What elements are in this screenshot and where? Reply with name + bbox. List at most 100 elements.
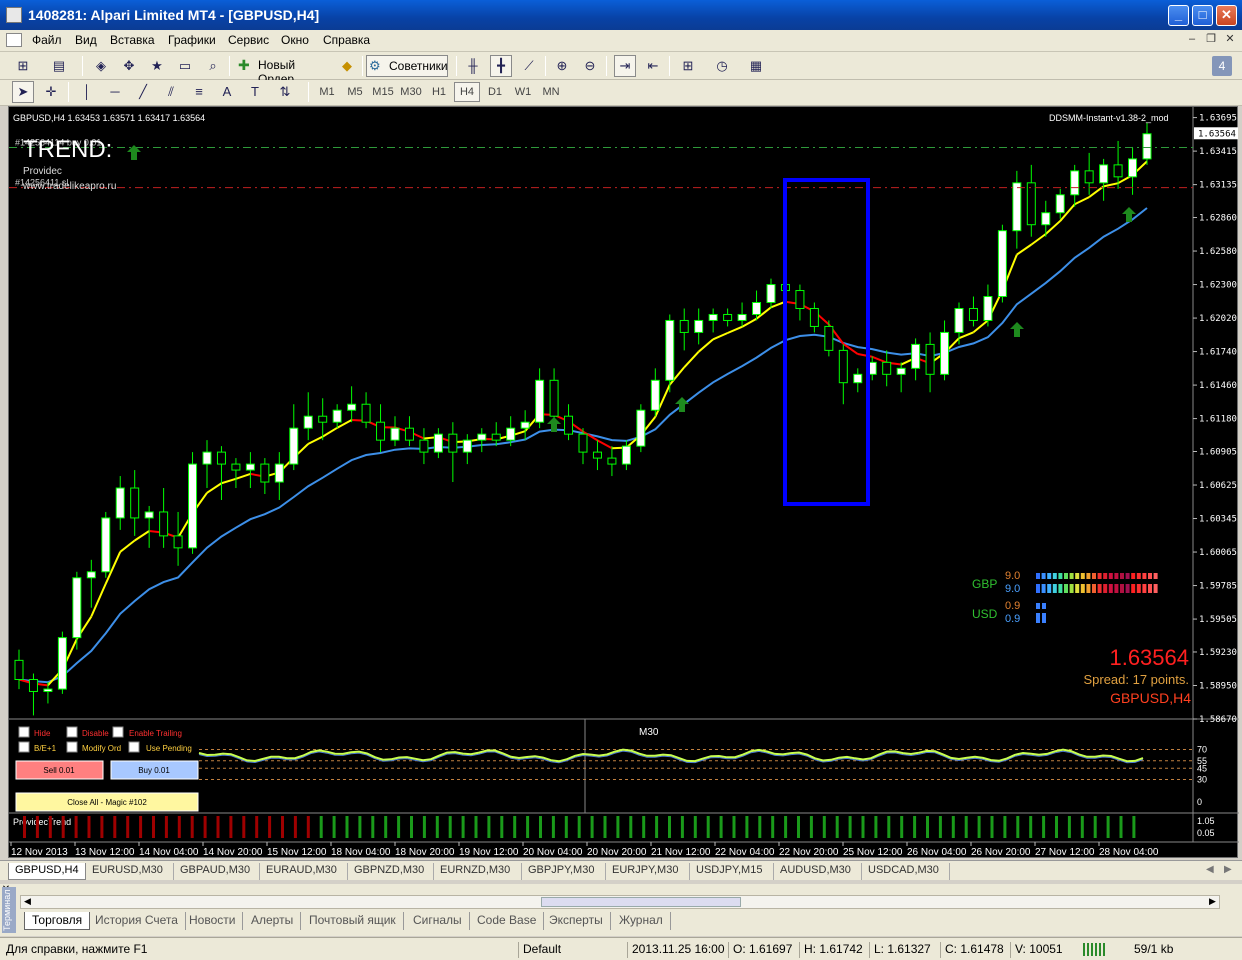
- expert-advisors-button[interactable]: ⚙ Советники: [366, 55, 448, 77]
- chart-tab-gbpusd-h4[interactable]: GBPUSD,H4: [8, 863, 86, 880]
- chart-tab-euraud-m30[interactable]: EURAUD,M30: [260, 863, 348, 880]
- equidistant-channel-icon[interactable]: ⫽: [160, 81, 182, 103]
- templates-icon[interactable]: ▦: [745, 55, 767, 77]
- close-button[interactable]: ✕: [1216, 5, 1237, 26]
- mdi-close-button[interactable]: ✕: [1222, 32, 1238, 48]
- chart-tab-gbpaud-m30[interactable]: GBPAUD,M30: [174, 863, 260, 880]
- candle-body: [1099, 164, 1109, 184]
- gbp-strength-cell: [1036, 573, 1040, 579]
- vertical-line-icon[interactable]: │: [76, 81, 98, 103]
- terminal-tab-6[interactable]: Code Base: [470, 912, 545, 930]
- mdi-minimize-button[interactable]: –: [1184, 32, 1200, 48]
- trend-histogram-bar: [242, 816, 246, 838]
- use-pending-checkbox[interactable]: [128, 741, 140, 753]
- maximize-button[interactable]: □: [1192, 5, 1213, 26]
- menu-tools[interactable]: Сервис: [228, 33, 269, 47]
- chart-tab-eurnzd-m30[interactable]: EURNZD,M30: [434, 863, 522, 880]
- auto-scroll-icon[interactable]: ⇥: [614, 55, 636, 77]
- scroll-left-icon[interactable]: ◀: [21, 896, 34, 908]
- menu-file[interactable]: Файл: [32, 33, 62, 47]
- new-chart-icon[interactable]: ⊞: [12, 55, 34, 77]
- trend-histogram-bar: [1080, 816, 1084, 838]
- text-icon[interactable]: A: [216, 81, 238, 103]
- menu-window[interactable]: Окно: [281, 33, 309, 47]
- text-label-icon[interactable]: T: [244, 81, 266, 103]
- scroll-right-icon[interactable]: ▶: [1206, 896, 1219, 908]
- timeframe-h1[interactable]: H1: [426, 86, 452, 98]
- mdi-restore-button[interactable]: ❐: [1203, 32, 1219, 48]
- chart-tab-eurusd-m30[interactable]: EURUSD,M30: [86, 863, 174, 880]
- timeframe-m15[interactable]: M15: [370, 86, 396, 98]
- profiles-icon[interactable]: ▤: [48, 55, 70, 77]
- chart-window[interactable]: 1.63695 1.63415 1.63135 1.62860 1.62580 1.623…: [8, 106, 1239, 859]
- menu-view[interactable]: Вид: [75, 33, 97, 47]
- chart-tab-usdjpy-m15[interactable]: USDJPY,M15: [690, 863, 774, 880]
- hide-checkbox[interactable]: [18, 726, 30, 738]
- cursor-icon[interactable]: ➤: [12, 81, 34, 103]
- trend-histogram-bar: [629, 816, 633, 838]
- metaeditor-icon[interactable]: ◆: [336, 55, 358, 77]
- price-chart[interactable]: 1.63695 1.63415 1.63135 1.62860 1.62580 1.623…: [9, 107, 1239, 859]
- menu-charts[interactable]: Графики: [168, 33, 216, 47]
- arrows-icon[interactable]: ⇅: [274, 81, 296, 103]
- timeframe-d1[interactable]: D1: [482, 86, 508, 98]
- candle-body: [361, 403, 371, 423]
- trendline-icon[interactable]: ╱: [132, 81, 154, 103]
- terminal-tab-4[interactable]: Почтовый ящик: [302, 912, 404, 930]
- chart-shift-icon[interactable]: ⇤: [642, 55, 664, 77]
- trend-histogram-bar: [319, 816, 323, 838]
- horizontal-line-icon[interactable]: ─: [104, 81, 126, 103]
- market-watch-icon[interactable]: ◈: [90, 55, 112, 77]
- trend-histogram-bar: [977, 816, 981, 838]
- line-chart-icon[interactable]: ⟋: [518, 55, 540, 77]
- gbp-strength-cell: [1153, 573, 1158, 579]
- crosshair-icon[interactable]: ✛: [40, 81, 62, 103]
- minimize-button[interactable]: _: [1168, 5, 1189, 26]
- trend-histogram-bar: [745, 816, 749, 838]
- timeframe-m30[interactable]: M30: [398, 86, 424, 98]
- candlestick-icon[interactable]: ╋: [490, 55, 512, 77]
- terminal-tab-0[interactable]: Торговля: [24, 912, 91, 930]
- terminal-tab-2[interactable]: Новости: [182, 912, 244, 930]
- timeframe-w1[interactable]: W1: [510, 86, 536, 98]
- terminal-tab-1[interactable]: История Счета: [88, 912, 186, 930]
- fibonacci-icon[interactable]: ≡: [188, 81, 210, 103]
- strategy-tester-icon[interactable]: ⌕: [202, 55, 224, 77]
- timeframe-m5[interactable]: M5: [342, 86, 368, 98]
- timeframe-h4[interactable]: H4: [454, 82, 480, 102]
- terminal-tab-5[interactable]: Сигналы: [406, 912, 470, 930]
- trend-histogram-bar: [1055, 816, 1058, 838]
- time-label: 18 Nov 04:00: [331, 847, 391, 858]
- notifications-badge[interactable]: 4: [1212, 56, 1232, 76]
- tabs-scroll-left-icon[interactable]: ◀: [1206, 864, 1214, 875]
- terminal-tab-8[interactable]: Журнал: [612, 912, 671, 930]
- chart-tab-gbpnzd-m30[interactable]: GBPNZD,M30: [348, 863, 434, 880]
- terminal-icon[interactable]: ▭: [174, 55, 196, 77]
- navigator-icon[interactable]: ★: [146, 55, 168, 77]
- chart-tab-audusd-m30[interactable]: AUDUSD,M30: [774, 863, 862, 880]
- chart-tab-gbpjpy-m30[interactable]: GBPJPY,M30: [522, 863, 606, 880]
- chart-tab-usdcad-m30[interactable]: USDCAD,M30: [862, 863, 950, 880]
- terminal-tab-3[interactable]: Алерты: [244, 912, 302, 930]
- enable-trailing-checkbox[interactable]: [112, 726, 124, 738]
- indicators-icon[interactable]: ⊞: [677, 55, 699, 77]
- timeframe-m1[interactable]: M1: [314, 86, 340, 98]
- be-checkbox[interactable]: [18, 741, 30, 753]
- periods-clock-icon[interactable]: ◷: [711, 55, 733, 77]
- bar-chart-icon[interactable]: ╫: [462, 55, 484, 77]
- disable-checkbox[interactable]: [66, 726, 78, 738]
- terminal-horizontal-scrollbar[interactable]: ◀ ▶: [20, 895, 1220, 909]
- tabs-scroll-right-icon[interactable]: ▶: [1224, 864, 1232, 875]
- zoom-in-icon[interactable]: ⊕: [551, 55, 573, 77]
- candle-body: [1055, 194, 1065, 214]
- terminal-tab-7[interactable]: Эксперты: [542, 912, 611, 930]
- chart-tab-eurjpy-m30[interactable]: EURJPY,M30: [606, 863, 690, 880]
- scroll-thumb[interactable]: [541, 897, 741, 907]
- zoom-out-icon[interactable]: ⊖: [579, 55, 601, 77]
- menu-help[interactable]: Справка: [323, 33, 370, 47]
- modify-checkbox[interactable]: [66, 741, 78, 753]
- menu-insert[interactable]: Вставка: [110, 33, 155, 47]
- timeframe-mn[interactable]: MN: [538, 86, 564, 98]
- new-order-button[interactable]: ✚ Новый Ордер: [236, 55, 334, 86]
- data-window-icon[interactable]: ✥: [118, 55, 140, 77]
